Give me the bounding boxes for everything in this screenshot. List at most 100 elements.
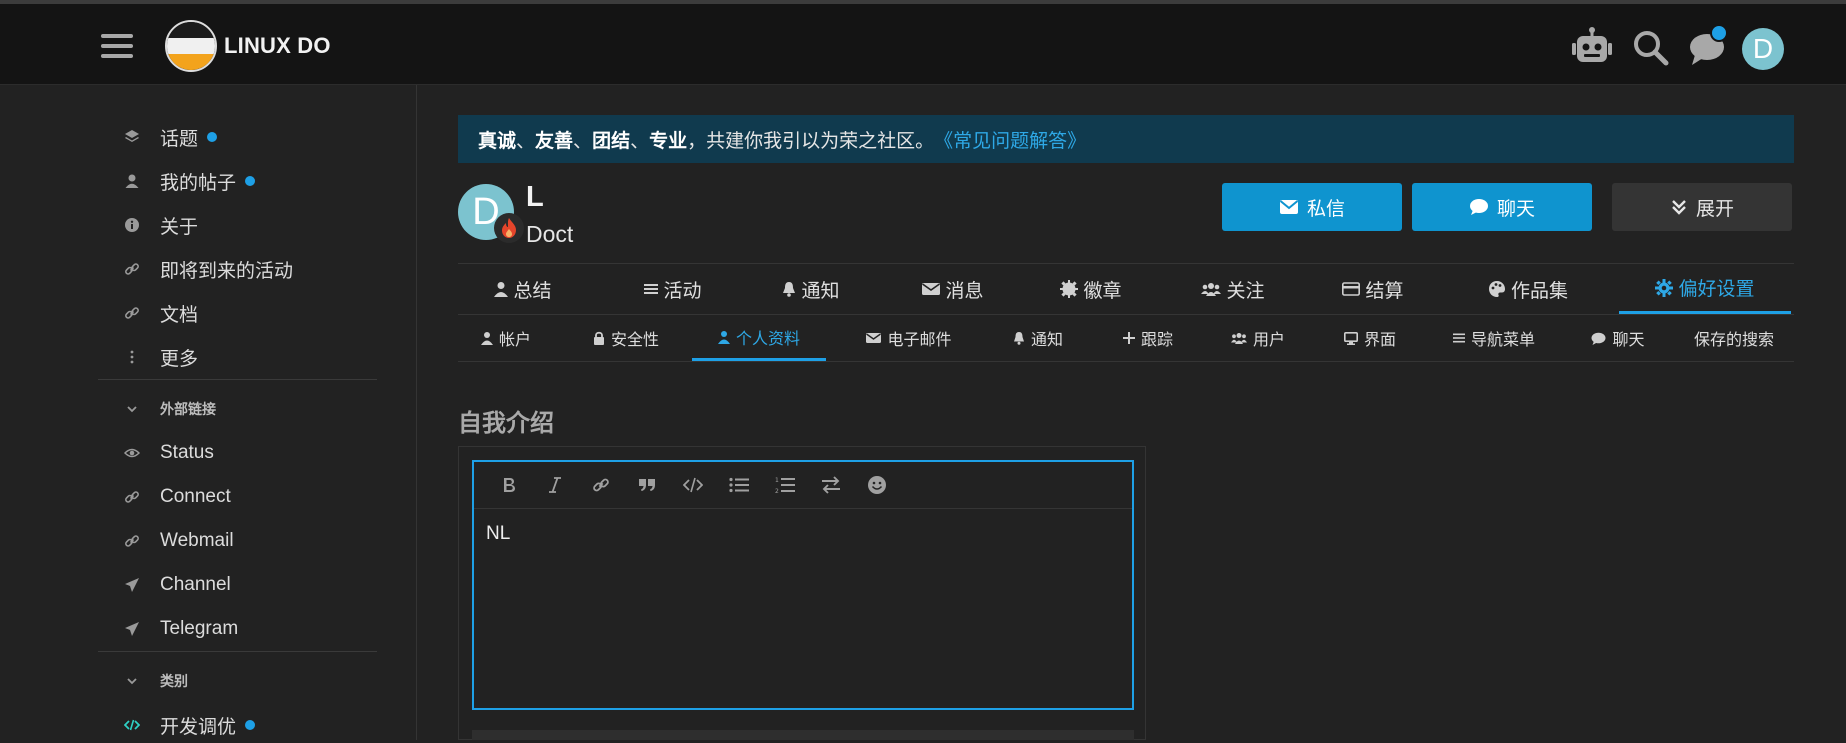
tab-badges[interactable]: 徽章	[1036, 264, 1146, 314]
tab-summary[interactable]: 总结	[468, 264, 578, 314]
sidebar-item-label: Connect	[160, 486, 231, 507]
italic-icon[interactable]	[532, 468, 578, 502]
lock-icon	[593, 331, 604, 345]
sidebar-item-topics[interactable]: 话题	[122, 119, 218, 155]
subtab-label: 电子邮件	[887, 330, 952, 349]
tab-follow[interactable]: 关注	[1178, 264, 1288, 314]
sidebar-item-label: Status	[160, 442, 214, 463]
subtab-email[interactable]: 电子邮件	[842, 315, 976, 361]
tab-label: 关注	[1226, 279, 1265, 302]
tab-label: 偏好设置	[1678, 278, 1755, 300]
certificate-icon	[1060, 280, 1079, 298]
link-icon	[122, 531, 142, 551]
sidebar-item-label: Telegram	[160, 618, 239, 639]
sidebar-item-dev-tuning[interactable]: 开发调优	[122, 707, 256, 743]
palette-icon	[1488, 281, 1505, 297]
tab-preferences[interactable]: 偏好设置	[1619, 264, 1791, 314]
banner-separator: 、	[516, 129, 536, 152]
subtab-users[interactable]: 用户	[1208, 315, 1308, 361]
bio-editor[interactable]: 12 NL	[472, 460, 1134, 710]
subtab-navigation-menu[interactable]: 导航菜单	[1424, 315, 1564, 361]
sidebar-divider	[98, 651, 377, 652]
envelope-icon	[1279, 200, 1299, 214]
sidebar-section-label: 类别	[160, 673, 188, 689]
tab-activity[interactable]: 活动	[618, 264, 728, 314]
notification-badge	[1710, 24, 1728, 42]
subtab-account[interactable]: 帐户	[466, 315, 546, 361]
svg-text:1: 1	[775, 477, 779, 484]
sidebar-item-telegram[interactable]: Telegram	[122, 611, 238, 647]
numbered-list-icon[interactable]: 12	[762, 468, 808, 502]
subtab-interface[interactable]: 界面	[1320, 315, 1420, 361]
banner-value-1: 真诚	[478, 129, 517, 152]
subtab-profile[interactable]: 个人资料	[692, 315, 826, 361]
plus-icon	[1122, 332, 1135, 344]
user-avatar[interactable]: D	[1742, 28, 1784, 70]
sidebar-item-more[interactable]: 更多	[122, 339, 198, 375]
subtab-label: 通知	[1030, 330, 1063, 349]
search-icon[interactable]	[1629, 26, 1673, 70]
sidebar-item-about[interactable]: 关于	[122, 207, 198, 243]
sidebar-item-webmail[interactable]: Webmail	[122, 523, 234, 559]
envelope-icon	[866, 333, 882, 343]
quote-icon[interactable]	[624, 468, 670, 502]
banner-value-2: 友善	[535, 129, 574, 152]
subtab-tracking[interactable]: 跟踪	[1098, 315, 1198, 361]
sidebar-item-status[interactable]: Status	[122, 435, 214, 471]
chat-bubble-icon[interactable]	[1686, 24, 1730, 70]
paper-plane-icon	[122, 619, 142, 639]
sidebar-item-connect[interactable]: Connect	[122, 479, 231, 515]
sidebar-item-my-posts[interactable]: 我的帖子	[122, 163, 256, 199]
bio-textarea[interactable]: NL	[474, 509, 1132, 559]
sidebar-item-docs[interactable]: 文档	[122, 295, 198, 331]
subtab-chat[interactable]: 聊天	[1568, 315, 1668, 361]
subtab-label: 界面	[1363, 330, 1396, 349]
chat-button[interactable]: 聊天	[1412, 183, 1592, 231]
link-icon	[122, 259, 142, 279]
tab-messages[interactable]: 消息	[898, 264, 1008, 314]
user-icon	[494, 282, 509, 297]
menu-icon[interactable]	[101, 30, 133, 62]
sidebar-item-label: 即将到来的活动	[160, 260, 294, 282]
user-icon	[480, 332, 493, 345]
subtab-label: 跟踪	[1140, 330, 1173, 349]
bullet-list-icon[interactable]	[716, 468, 762, 502]
tab-portfolio[interactable]: 作品集	[1458, 264, 1598, 314]
sidebar-section-categories[interactable]: 类别	[122, 668, 188, 694]
editor-preview-strip	[472, 730, 1134, 740]
banner-value-3: 团结	[592, 129, 631, 152]
site-logo[interactable]: LINUX DO	[165, 18, 331, 74]
sidebar-section-external-links[interactable]: 外部链接	[122, 396, 216, 422]
chevron-down-icon	[122, 399, 142, 419]
code-icon[interactable]	[670, 468, 716, 502]
credit-card-icon	[1342, 282, 1361, 296]
sidebar-item-channel[interactable]: Channel	[122, 567, 231, 603]
profile-username: L	[526, 181, 544, 213]
toggle-direction-icon[interactable]	[808, 468, 854, 502]
bell-icon	[783, 282, 796, 297]
tab-notifications[interactable]: 通知	[756, 264, 866, 314]
subtab-label: 聊天	[1612, 330, 1645, 349]
emoji-icon[interactable]	[854, 468, 900, 502]
subtab-saved-searches[interactable]: 保存的搜索	[1674, 315, 1794, 361]
bold-icon[interactable]	[486, 468, 532, 502]
subtab-security[interactable]: 安全性	[576, 315, 676, 361]
robot-icon[interactable]	[1570, 26, 1614, 70]
tab-label: 徽章	[1083, 279, 1122, 302]
tab-label: 消息	[945, 279, 984, 302]
expand-button[interactable]: 展开	[1612, 183, 1792, 231]
faq-link[interactable]: 《常见问题解答》	[934, 126, 1086, 153]
tab-label: 总结	[513, 279, 552, 302]
link-icon[interactable]	[578, 468, 624, 502]
sidebar-item-label: Channel	[160, 574, 231, 595]
chat-button-label: 聊天	[1496, 197, 1535, 220]
sidebar-item-upcoming-events[interactable]: 即将到来的活动	[122, 251, 293, 287]
subtab-notifications[interactable]: 通知	[988, 315, 1088, 361]
tab-label: 结算	[1365, 279, 1404, 302]
tab-billing[interactable]: 结算	[1318, 264, 1428, 314]
preferences-sub-nav: 帐户 安全性 个人资料 电子邮件 通知 跟踪 用户 界面 导航菜单 聊天 保存的…	[458, 315, 1794, 362]
chat-bubble-icon	[1469, 199, 1488, 215]
unread-dot	[207, 132, 218, 142]
envelope-icon	[922, 283, 941, 295]
message-button[interactable]: 私信	[1222, 183, 1402, 231]
